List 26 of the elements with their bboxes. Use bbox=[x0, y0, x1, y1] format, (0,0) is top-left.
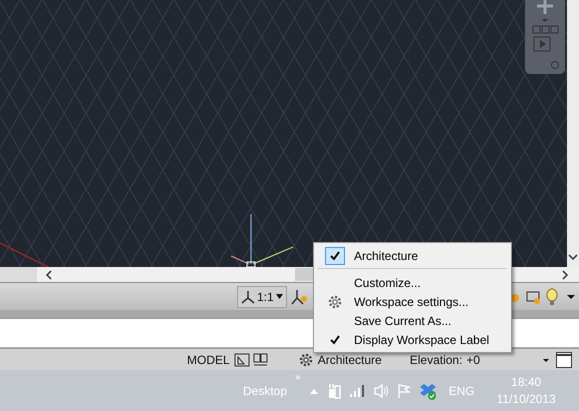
vertical-scrollbar[interactable] bbox=[567, 0, 579, 267]
menu-item[interactable]: Save Current As... bbox=[316, 311, 509, 330]
workspace-label[interactable]: Architecture bbox=[318, 352, 382, 366]
ucs-axes-icon bbox=[230, 214, 294, 267]
gear-icon bbox=[327, 294, 343, 310]
navigation-bar[interactable] bbox=[525, 0, 565, 74]
annotation-scale-button[interactable]: 1:1 bbox=[237, 286, 287, 308]
annotation-visibility-icon[interactable] bbox=[290, 288, 309, 306]
x-axis-line bbox=[0, 242, 48, 267]
scrollbar-corner bbox=[0, 267, 37, 282]
menu-item[interactable]: Customize... bbox=[316, 273, 509, 292]
elevation-value: +0 bbox=[466, 352, 480, 366]
menu-item[interactable]: Workspace settings... bbox=[316, 292, 509, 311]
scroll-right-icon[interactable] bbox=[561, 270, 571, 280]
menu-item[interactable]: Display Workspace Label bbox=[316, 330, 509, 349]
layout-icon[interactable] bbox=[234, 352, 270, 368]
menu-item[interactable]: Architecture bbox=[316, 246, 509, 265]
model-space-label[interactable]: MODEL bbox=[187, 352, 230, 366]
drawing-viewport[interactable] bbox=[0, 0, 567, 267]
gear-icon bbox=[298, 352, 314, 368]
scroll-down-icon[interactable] bbox=[568, 253, 578, 263]
annotation-scale-icon bbox=[241, 290, 255, 304]
elevation-label: Elevation: bbox=[410, 352, 462, 366]
signal-icon[interactable] bbox=[348, 384, 365, 398]
caret-icon bbox=[276, 294, 283, 299]
window-icon[interactable] bbox=[555, 350, 573, 368]
